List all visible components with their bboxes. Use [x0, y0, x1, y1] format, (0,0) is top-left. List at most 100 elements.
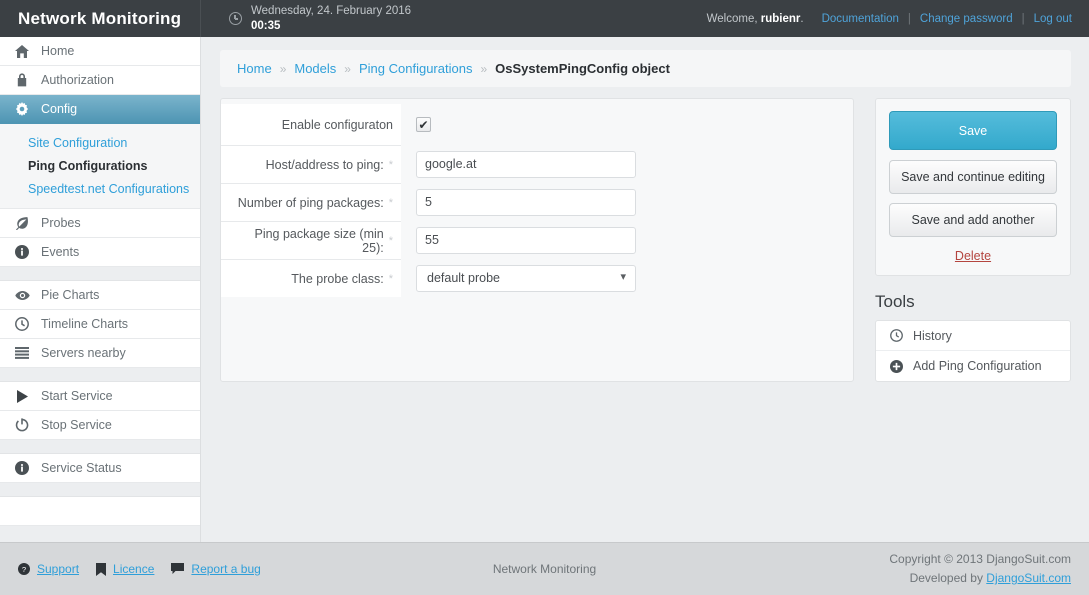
field-label-text: Enable configuraton: [281, 117, 393, 132]
required-marker: *: [388, 196, 393, 209]
logout-link[interactable]: Log out: [1034, 13, 1072, 25]
sidebar-item-stop-service[interactable]: Stop Service: [0, 411, 200, 440]
tool-item-label: Add Ping Configuration: [913, 359, 1042, 374]
username: rubienr: [760, 12, 801, 25]
developed-by-prefix: Developed by: [909, 571, 987, 585]
sidebar-item-label: Events: [41, 245, 80, 259]
welcome-suffix: .: [800, 12, 804, 25]
support-link[interactable]: Support: [37, 562, 79, 576]
sidebar-item-label: Pie Charts: [41, 288, 100, 302]
comment-icon: [171, 563, 185, 575]
app-brand-title: Network Monitoring: [0, 0, 201, 37]
field-label: Host/address to ping: *: [221, 145, 401, 183]
field-control: default probe: [401, 259, 853, 297]
sidebar-divider: [0, 368, 200, 382]
info-icon: [14, 461, 30, 475]
sidebar-subitem-ping-configurations[interactable]: Ping Configurations: [0, 154, 200, 177]
report-bug-link[interactable]: Report a bug: [191, 562, 260, 576]
form-row-package-size: Ping package size (min 25): *: [221, 221, 853, 259]
enable-configuration-checkbox[interactable]: ✔: [416, 117, 431, 132]
licence-link[interactable]: Licence: [113, 562, 154, 576]
required-marker: *: [388, 234, 393, 247]
header-date: Wednesday, 24. February 2016: [251, 5, 412, 18]
field-label: Ping package size (min 25): *: [221, 221, 401, 259]
eye-icon: [14, 290, 30, 301]
footer-link-support[interactable]: ? Support: [18, 562, 79, 576]
package-size-input[interactable]: [416, 226, 636, 254]
breadcrumb-ping-configurations[interactable]: Ping Configurations: [359, 61, 472, 76]
header-time: 00:35: [251, 19, 281, 32]
field-control: [401, 145, 853, 183]
number-of-packages-input[interactable]: [416, 188, 636, 216]
field-label: Enable configuraton: [221, 104, 401, 145]
sidebar-item-label: Probes: [41, 216, 81, 230]
breadcrumb-models[interactable]: Models: [294, 61, 336, 76]
sidebar-item-label: Stop Service: [41, 418, 112, 432]
sidebar-item-start-service[interactable]: Start Service: [0, 382, 200, 411]
sidebar-item-label: Home: [41, 44, 75, 58]
sidebar-subitem-speedtest-configurations[interactable]: Speedtest.net Configurations: [0, 177, 200, 200]
sidebar-item-authorization[interactable]: Authorization: [0, 66, 200, 95]
page-footer: Network Monitoring ? Support Licence Rep…: [0, 542, 1089, 595]
welcome-text: Welcome, rubienr.: [707, 13, 804, 25]
sidebar-subitem-site-configuration[interactable]: Site Configuration: [0, 131, 200, 154]
change-password-link[interactable]: Change password: [920, 13, 1013, 25]
play-icon: [14, 389, 30, 403]
sidebar-item-pie-charts[interactable]: Pie Charts: [0, 281, 200, 310]
required-marker: *: [388, 272, 393, 285]
sidebar-item-timeline-charts[interactable]: Timeline Charts: [0, 310, 200, 339]
probe-class-select[interactable]: default probe: [416, 264, 636, 292]
tools-panel: History Add Ping Configuration: [875, 320, 1071, 383]
field-label-text: Host/address to ping:: [265, 157, 384, 172]
sidebar-item-config[interactable]: Config: [0, 95, 200, 124]
header-clock: Wednesday, 24. February 2016 00:35: [201, 0, 411, 37]
info-icon: [14, 245, 30, 259]
breadcrumb-separator: »: [279, 61, 287, 76]
list-icon: [14, 347, 30, 359]
clock-icon: [14, 317, 30, 331]
sidebar-item-probes[interactable]: Probes: [0, 209, 200, 238]
sidebar-item-home[interactable]: Home: [0, 37, 200, 66]
probe-class-select-wrapper: default probe: [416, 264, 636, 292]
submit-row: Save Save and continue editing Save and …: [875, 98, 1071, 277]
footer-link-licence[interactable]: Licence: [96, 562, 154, 576]
main-content-area: Home » Models » Ping Configurations » Os…: [202, 37, 1089, 542]
save-and-continue-button[interactable]: Save and continue editing: [889, 160, 1057, 195]
question-circle-icon: ?: [18, 563, 30, 575]
right-actions-column: Save Save and continue editing Save and …: [875, 98, 1071, 383]
footer-link-report-bug[interactable]: Report a bug: [171, 562, 261, 576]
breadcrumb-separator: »: [344, 61, 351, 76]
form-row-enable-configuration: Enable configuraton ✔: [221, 104, 853, 145]
save-button[interactable]: Save: [889, 111, 1057, 150]
form-row-number-of-packages: Number of ping packages: *: [221, 183, 853, 221]
required-marker: *: [388, 158, 393, 171]
field-control: [401, 183, 853, 221]
tool-item-history[interactable]: History: [876, 321, 1070, 352]
copyright-text: Copyright © 2013 DjangoSuit.com: [889, 551, 1071, 566]
sidebar-item-servers-nearby[interactable]: Servers nearby: [0, 339, 200, 368]
field-label-text: Number of ping packages:: [237, 195, 384, 210]
host-address-input[interactable]: [416, 150, 636, 178]
save-and-add-another-button[interactable]: Save and add another: [889, 203, 1057, 238]
sidebar-item-service-status[interactable]: Service Status: [0, 454, 200, 483]
documentation-link[interactable]: Documentation: [822, 13, 899, 25]
power-icon: [14, 418, 30, 432]
svg-text:?: ?: [22, 565, 26, 574]
welcome-prefix: Welcome,: [706, 12, 761, 25]
plus-circle-icon: [890, 359, 903, 373]
home-icon: [14, 44, 30, 58]
sidebar-navigation: Home Authorization Config Site Configura…: [0, 37, 201, 542]
tool-item-add-ping-configuration[interactable]: Add Ping Configuration: [876, 351, 1070, 381]
djangosuit-link[interactable]: DjangoSuit.com: [986, 571, 1071, 585]
sidebar-divider: [0, 483, 200, 497]
field-label: The probe class: *: [221, 259, 401, 297]
delete-link[interactable]: Delete: [955, 249, 991, 263]
sidebar-divider: [0, 440, 200, 454]
sidebar-item-label: Config: [41, 102, 78, 116]
sidebar-item-events[interactable]: Events: [0, 238, 200, 267]
breadcrumb-home[interactable]: Home: [237, 61, 272, 76]
tools-heading: Tools: [875, 292, 915, 312]
gear-icon: [14, 102, 30, 116]
developed-by-text: Developed by DjangoSuit.com: [889, 569, 1071, 588]
form-row-probe-class: The probe class: * default probe: [221, 259, 853, 297]
